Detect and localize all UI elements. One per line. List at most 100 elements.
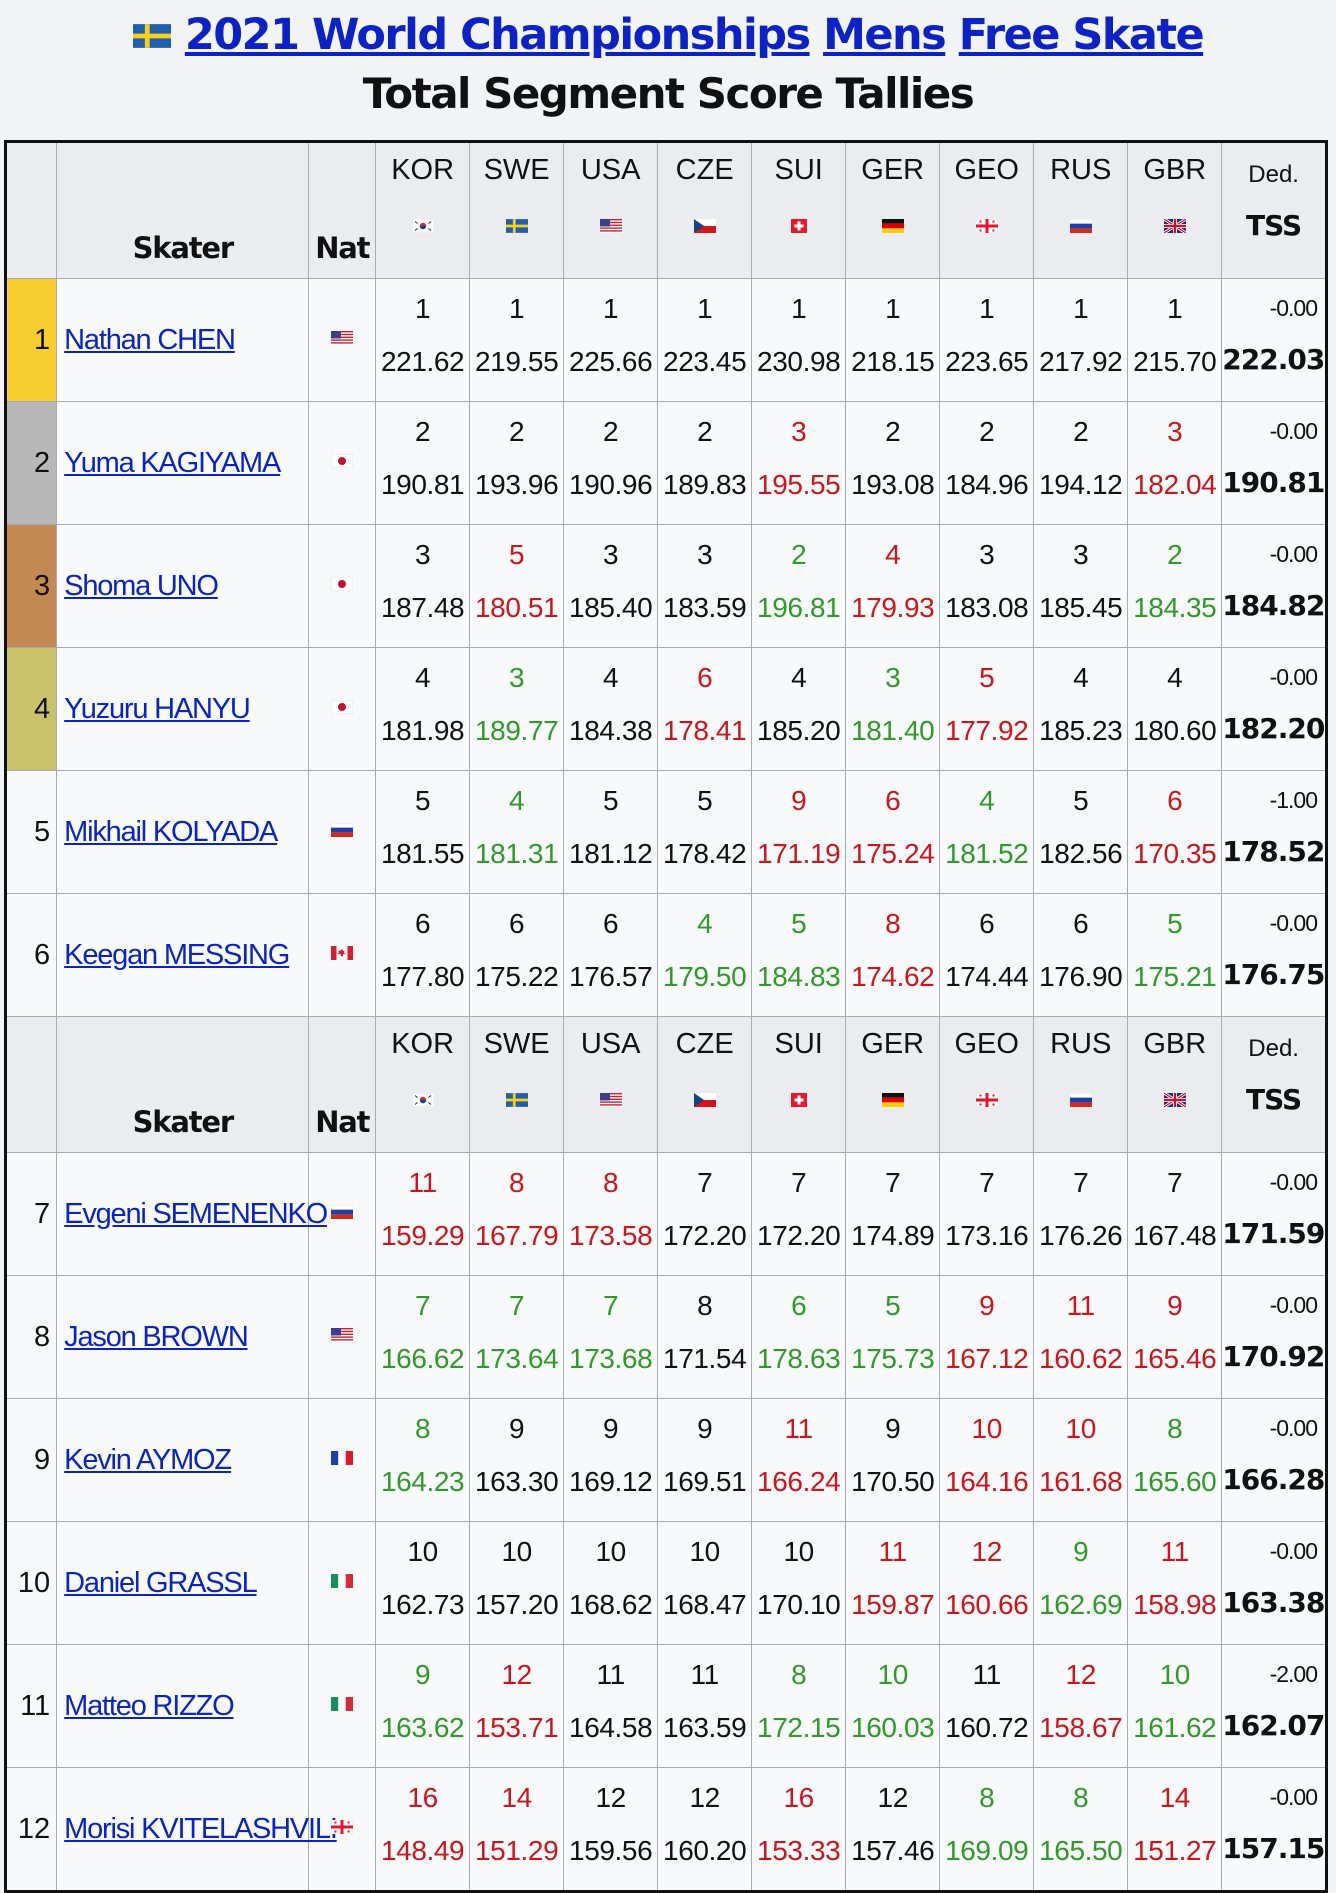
judge-score: 174.89 [851, 1220, 935, 1251]
judge-score-cell: 9 163.62 [375, 1644, 471, 1768]
judge-placement: 8 [415, 1413, 431, 1444]
judge-score: 166.24 [757, 1466, 841, 1497]
judge-placement: 11 [784, 1413, 814, 1444]
kor-flag-icon [376, 1077, 469, 1112]
skater-link[interactable]: Kevin AYMOZ [64, 1444, 232, 1476]
judge-score: 185.23 [1039, 715, 1123, 746]
judge-score: 189.77 [475, 715, 559, 746]
judge-score: 161.68 [1039, 1466, 1123, 1497]
judge-code: RUS [1050, 154, 1112, 186]
judge-score: 165.60 [1133, 1466, 1217, 1497]
table-row: 8 Jason BROWN 7 166.62 7 173.64 7 173.68 8 171.54… [4, 1275, 1327, 1399]
judge-score-cell: 4 181.98 [375, 647, 471, 771]
judge-score: 172.20 [663, 1220, 747, 1251]
judge-score-cell: 7 173.64 [469, 1275, 565, 1399]
judge-score: 169.09 [945, 1835, 1029, 1866]
judge-score-cell: 6 170.35 [1127, 770, 1223, 894]
deduction-value: -0.00 [1269, 664, 1318, 690]
judge-score-cell: 11 160.72 [939, 1644, 1035, 1768]
championship-link[interactable]: 2021 World Championships [185, 10, 811, 60]
tss-label: TSS [1246, 1083, 1302, 1116]
judge-placement: 9 [979, 1290, 995, 1321]
skater-link[interactable]: Yuzuru HANYU [64, 693, 251, 725]
judge-placement: 2 [1167, 539, 1183, 570]
judge-score-cell: 10 160.03 [845, 1644, 941, 1768]
judge-score-cell: 3 182.04 [1127, 401, 1223, 525]
judge-score: 159.87 [851, 1589, 935, 1620]
table-header-row: Skater Nat KOR SWE USA CZE SUI GER GEO RUS GBR Ded.… [4, 141, 1327, 279]
judge-placement: 4 [791, 662, 807, 693]
rank-cell: 7 [4, 1152, 58, 1276]
skater-cell: Keegan MESSING [56, 893, 310, 1017]
judge-placement: 1 [1167, 293, 1183, 324]
judge-score-cell: 6 176.90 [1033, 893, 1129, 1017]
judge-score: 151.29 [475, 1835, 559, 1866]
judge-code: RUS [1050, 1028, 1112, 1060]
judge-score: 167.79 [475, 1220, 559, 1251]
judge-score: 153.71 [475, 1712, 559, 1743]
skater-link[interactable]: Nathan CHEN [64, 324, 236, 356]
usa-flag-icon [308, 1275, 377, 1399]
judge-score: 160.03 [851, 1712, 935, 1743]
deduction-value: -0.00 [1269, 541, 1318, 567]
skater-link[interactable]: Evgeni SEMENENKO [64, 1198, 328, 1230]
table-row: 7 Evgeni SEMENENKO 11 159.29 8 167.79 8 173.58 7… [4, 1152, 1327, 1276]
skater-link[interactable]: Mikhail KOLYADA [64, 816, 278, 848]
judge-score-cell: 11 163.59 [657, 1644, 753, 1768]
skater-link[interactable]: Yuma KAGIYAMA [64, 447, 281, 479]
ded-tss-cell: -0.00 182.20 [1221, 647, 1327, 771]
skater-link[interactable]: Jason BROWN [64, 1321, 249, 1353]
judge-placement: 8 [603, 1167, 619, 1198]
judge-score-cell: 10 168.47 [657, 1521, 753, 1645]
judge-placement: 9 [509, 1413, 525, 1444]
tss-value: 170.92 [1222, 1340, 1325, 1373]
geo-flag-icon [940, 1077, 1033, 1112]
judge-placement: 3 [697, 539, 713, 570]
judge-score: 181.31 [475, 838, 559, 869]
judge-score-cell: 5 182.56 [1033, 770, 1129, 894]
judge-placement: 2 [1073, 416, 1089, 447]
judge-score: 181.52 [945, 838, 1029, 869]
judge-placement: 8 [1073, 1782, 1089, 1813]
can-flag-icon [308, 893, 377, 1017]
judge-score-cell: 14 151.29 [469, 1767, 565, 1892]
judge-score: 194.12 [1039, 469, 1123, 500]
judge-placement: 11 [1066, 1290, 1096, 1321]
judge-score: 183.08 [945, 592, 1029, 623]
skater-cell: Daniel GRASSL [56, 1521, 310, 1645]
judge-placement: 4 [415, 662, 431, 693]
judge-score-cell: 2 184.96 [939, 401, 1035, 525]
judge-placement: 6 [979, 908, 995, 939]
skater-link[interactable]: Morisi KVITELASHVILI [64, 1813, 338, 1845]
judge-score: 175.24 [851, 838, 935, 869]
skater-link[interactable]: Shoma UNO [64, 570, 219, 602]
judge-placement: 2 [415, 416, 431, 447]
usa-flag-icon [308, 278, 377, 402]
segment-link[interactable]: Free Skate [959, 10, 1205, 60]
skater-cell: Shoma UNO [56, 524, 310, 648]
judge-placement: 2 [885, 416, 901, 447]
judge-placement: 14 [1159, 1782, 1191, 1813]
judge-score-cell: 1 221.62 [375, 278, 471, 402]
judge-score: 157.20 [475, 1589, 559, 1620]
category-link[interactable]: Mens [823, 10, 947, 60]
judge-score-cell: 9 167.12 [939, 1275, 1035, 1399]
judge-score-cell: 9 165.46 [1127, 1275, 1223, 1399]
judge-placement: 4 [885, 539, 901, 570]
judge-score: 182.04 [1133, 469, 1217, 500]
skater-link[interactable]: Daniel GRASSL [64, 1567, 258, 1599]
judge-placement: 1 [885, 293, 901, 324]
judge-placement: 9 [1073, 1536, 1089, 1567]
deduction-value: -0.00 [1269, 1169, 1318, 1195]
judge-code: GBR [1143, 1028, 1207, 1060]
judge-score-cell: 7 167.48 [1127, 1152, 1223, 1276]
judge-placement: 3 [415, 539, 431, 570]
nat-header: Nat [308, 1016, 377, 1153]
judge-score: 173.68 [569, 1343, 653, 1374]
judge-placement: 7 [1073, 1167, 1089, 1198]
judge-placement: 10 [877, 1659, 909, 1690]
skater-link[interactable]: Keegan MESSING [64, 939, 290, 971]
table-row: 6 Keegan MESSING 6 177.80 6 175.22 6 176.57 4 179… [4, 893, 1327, 1017]
skater-link[interactable]: Matteo RIZZO [64, 1690, 235, 1722]
judge-score-cell: 7 172.20 [751, 1152, 847, 1276]
